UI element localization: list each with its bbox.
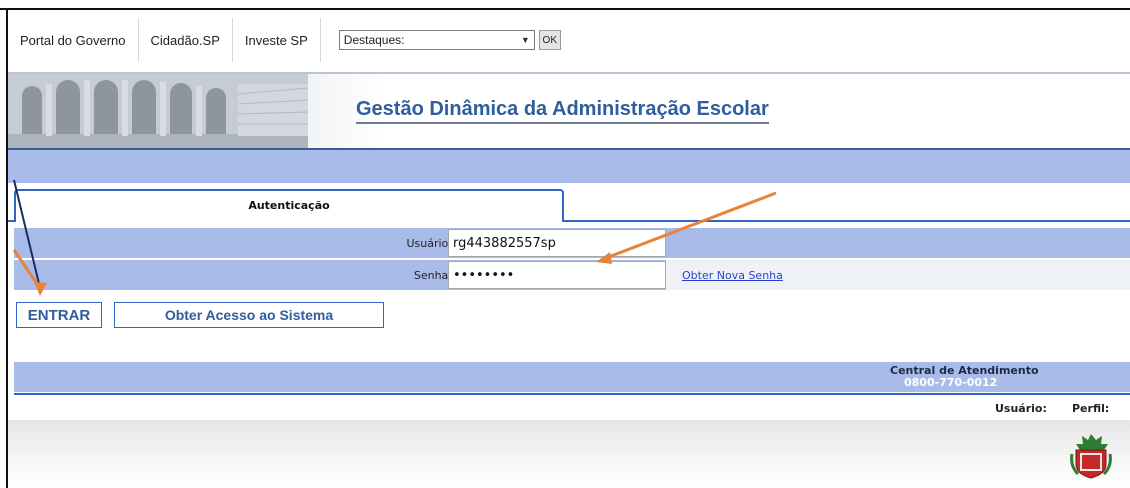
user-label: Usuário: xyxy=(406,236,452,250)
destaques-select[interactable]: Destaques: ▼ xyxy=(338,30,535,50)
central-atendimento-phone: 0800-770-0012 xyxy=(904,376,998,389)
obter-acesso-button[interactable]: Obter Acesso ao Sistema xyxy=(114,302,384,328)
password-label: Senha: xyxy=(413,268,452,282)
page-title: Gestão Dinâmica da Administração Escolar xyxy=(356,98,769,124)
user-row: Usuário: rg443882557sp xyxy=(14,228,1130,258)
tab-autenticacao[interactable]: Autenticação xyxy=(14,189,564,220)
footer-band: Central de Atendimento 0800-770-0012 xyxy=(14,362,1130,392)
footer-gradient xyxy=(8,420,1130,488)
destaques-select-group: Destaques: ▼ OK xyxy=(338,30,561,50)
footer-user-label: Usuário: xyxy=(995,402,1047,415)
top-navigation: Portal do Governo Cidadão.SP Investe SP … xyxy=(8,12,1130,68)
sp-state-seal-icon xyxy=(1070,434,1112,479)
nav-link-investe-sp[interactable]: Investe SP xyxy=(233,18,321,62)
new-password-link[interactable]: Obter Nova Senha xyxy=(682,260,783,290)
header-banner: Gestão Dinâmica da Administração Escolar xyxy=(8,74,1130,149)
nav-link-cidadao-sp[interactable]: Cidadão.SP xyxy=(139,18,233,62)
user-input[interactable]: rg443882557sp xyxy=(448,229,666,257)
window-top-border xyxy=(0,8,1130,10)
tab-cover xyxy=(16,219,562,223)
password-input[interactable]: •••••••• xyxy=(448,261,666,289)
password-row: Senha: •••••••• Obter Nova Senha xyxy=(14,260,1130,290)
building-facade-image xyxy=(8,74,308,149)
ok-button[interactable]: OK xyxy=(538,30,561,50)
footer-perfil-label: Perfil: xyxy=(1072,402,1110,415)
blue-header-band xyxy=(8,150,1130,183)
tab-autenticacao-label: Autenticação xyxy=(248,199,330,212)
destaques-select-value: Destaques: xyxy=(343,33,405,47)
entrar-button[interactable]: ENTRAR xyxy=(16,302,102,328)
dropdown-arrow-icon: ▼ xyxy=(520,35,530,45)
nav-link-portal-governo[interactable]: Portal do Governo xyxy=(8,18,139,62)
footer-divider xyxy=(14,393,1130,395)
